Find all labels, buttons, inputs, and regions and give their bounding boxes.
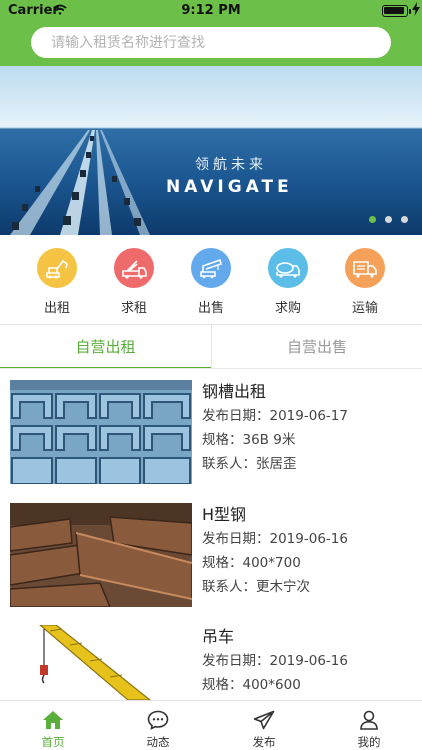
category-label: 求购: [274, 301, 301, 316]
category-label: 求租: [120, 301, 147, 316]
listing-title: H型钢: [202, 505, 247, 524]
app-screen: Carrier 9:12 PM 请输入租赁名称进行查找 领航未来 NAVIGAT…: [0, 0, 422, 750]
send-icon: [253, 710, 275, 730]
tab-bar-top: 自营出租 自营出售: [0, 325, 422, 369]
banner-slogan-cn: 领航未来: [195, 157, 267, 173]
carousel-dot-3[interactable]: [401, 216, 408, 223]
clock-label: 9:12 PM: [181, 3, 241, 18]
status-bar: Carrier 9:12 PM: [0, 0, 422, 22]
crane-icon: [191, 248, 231, 288]
listing-title: 钢槽出租: [202, 382, 267, 401]
spec-label: 规格：: [202, 555, 243, 571]
user-icon: [360, 710, 378, 730]
tab-label: 首页: [41, 735, 65, 749]
listing-spec: 规格：400*600: [202, 674, 412, 697]
category-seek-rent[interactable]: 求租: [104, 248, 164, 316]
banner-slogan-en: NAVIGATE: [166, 177, 293, 197]
listing-info: 钢槽出租 发布日期：2019-06-17 规格：36B 9米 联系人：张居歪: [202, 380, 412, 476]
battery-icon: [382, 5, 408, 17]
contact-label: 联系人：: [202, 579, 256, 595]
tab-self-sale[interactable]: 自营出售: [211, 325, 422, 369]
tab-publish[interactable]: 发布: [224, 701, 304, 750]
category-rent-out[interactable]: 出租: [27, 248, 87, 316]
contact-value: 张居歪: [256, 456, 297, 472]
date-label: 发布日期：: [202, 531, 270, 547]
spec-value: 36B 9米: [242, 432, 296, 448]
banner-carousel[interactable]: 领航未来 NAVIGATE: [0, 66, 422, 235]
category-label: 出售: [197, 301, 224, 316]
date-value: 2019-06-16: [269, 653, 348, 669]
listing-thumbnail: [10, 380, 192, 484]
truck-icon: [345, 248, 385, 288]
listing-spec: 规格：400*700: [202, 552, 412, 575]
listing-contact: 联系人：更木宁次: [202, 576, 412, 599]
search-box[interactable]: [31, 27, 391, 58]
category-seek-buy[interactable]: 求购: [258, 248, 318, 316]
date-label: 发布日期：: [202, 408, 270, 424]
list-item[interactable]: H型钢 发布日期：2019-06-16 规格：400*700 联系人：更木宁次: [0, 503, 422, 607]
date-value: 2019-06-17: [269, 408, 348, 424]
listing-thumbnail: [10, 503, 192, 607]
date-label: 发布日期：: [202, 653, 270, 669]
category-for-sale[interactable]: 出售: [181, 248, 241, 316]
contact-value: 更木宁次: [256, 579, 310, 595]
divider: [0, 368, 422, 369]
listing-date: 发布日期：2019-06-17: [202, 405, 412, 428]
category-transport[interactable]: 运输: [335, 248, 395, 316]
listing-info: H型钢 发布日期：2019-06-16 规格：400*700 联系人：更木宁次: [202, 503, 412, 599]
tab-feed[interactable]: 动态: [118, 701, 198, 750]
category-row: 出租 求租 出售 求购 运输: [0, 248, 422, 316]
mixer-truck-icon: [268, 248, 308, 288]
search-input[interactable]: [31, 27, 391, 58]
listing-spec: 规格：36B 9米: [202, 429, 412, 452]
spec-label: 规格：: [202, 432, 243, 448]
category-label: 运输: [351, 301, 378, 316]
spec-value: 400*700: [242, 555, 301, 571]
excavator-icon: [37, 248, 77, 288]
crane-truck-icon: [114, 248, 154, 288]
contact-label: 联系人：: [202, 456, 256, 472]
chat-icon: [147, 710, 169, 730]
header-bar: Carrier 9:12 PM: [0, 0, 422, 66]
listing-date: 发布日期：2019-06-16: [202, 650, 412, 673]
list-item[interactable]: 钢槽出租 发布日期：2019-06-17 规格：36B 9米 联系人：张居歪: [0, 380, 422, 484]
carousel-dot-1[interactable]: [369, 216, 376, 223]
category-label: 出租: [43, 301, 70, 316]
banner-image: [0, 66, 422, 235]
tab-label: 动态: [146, 735, 170, 749]
spec-label: 规格：: [202, 677, 243, 693]
battery-tip: [409, 9, 411, 14]
date-value: 2019-06-16: [269, 531, 348, 547]
tab-label: 我的: [357, 735, 381, 749]
listing-info: 吊车 发布日期：2019-06-16 规格：400*600: [202, 625, 412, 697]
home-icon: [43, 711, 63, 729]
carousel-dot-2[interactable]: [385, 216, 392, 223]
spec-value: 400*600: [242, 677, 301, 693]
listing-contact: 联系人：张居歪: [202, 453, 412, 476]
listing-title: 吊车: [202, 627, 235, 646]
tab-self-rent[interactable]: 自营出租: [0, 325, 211, 369]
charging-icon: [412, 2, 420, 16]
bottom-tab-bar: 首页 动态 发布 我的: [0, 700, 422, 750]
tab-home[interactable]: 首页: [13, 701, 93, 750]
tab-label: 发布: [252, 735, 276, 749]
tab-mine[interactable]: 我的: [329, 701, 409, 750]
listing-date: 发布日期：2019-06-16: [202, 528, 412, 551]
carousel-indicator: [369, 216, 408, 223]
